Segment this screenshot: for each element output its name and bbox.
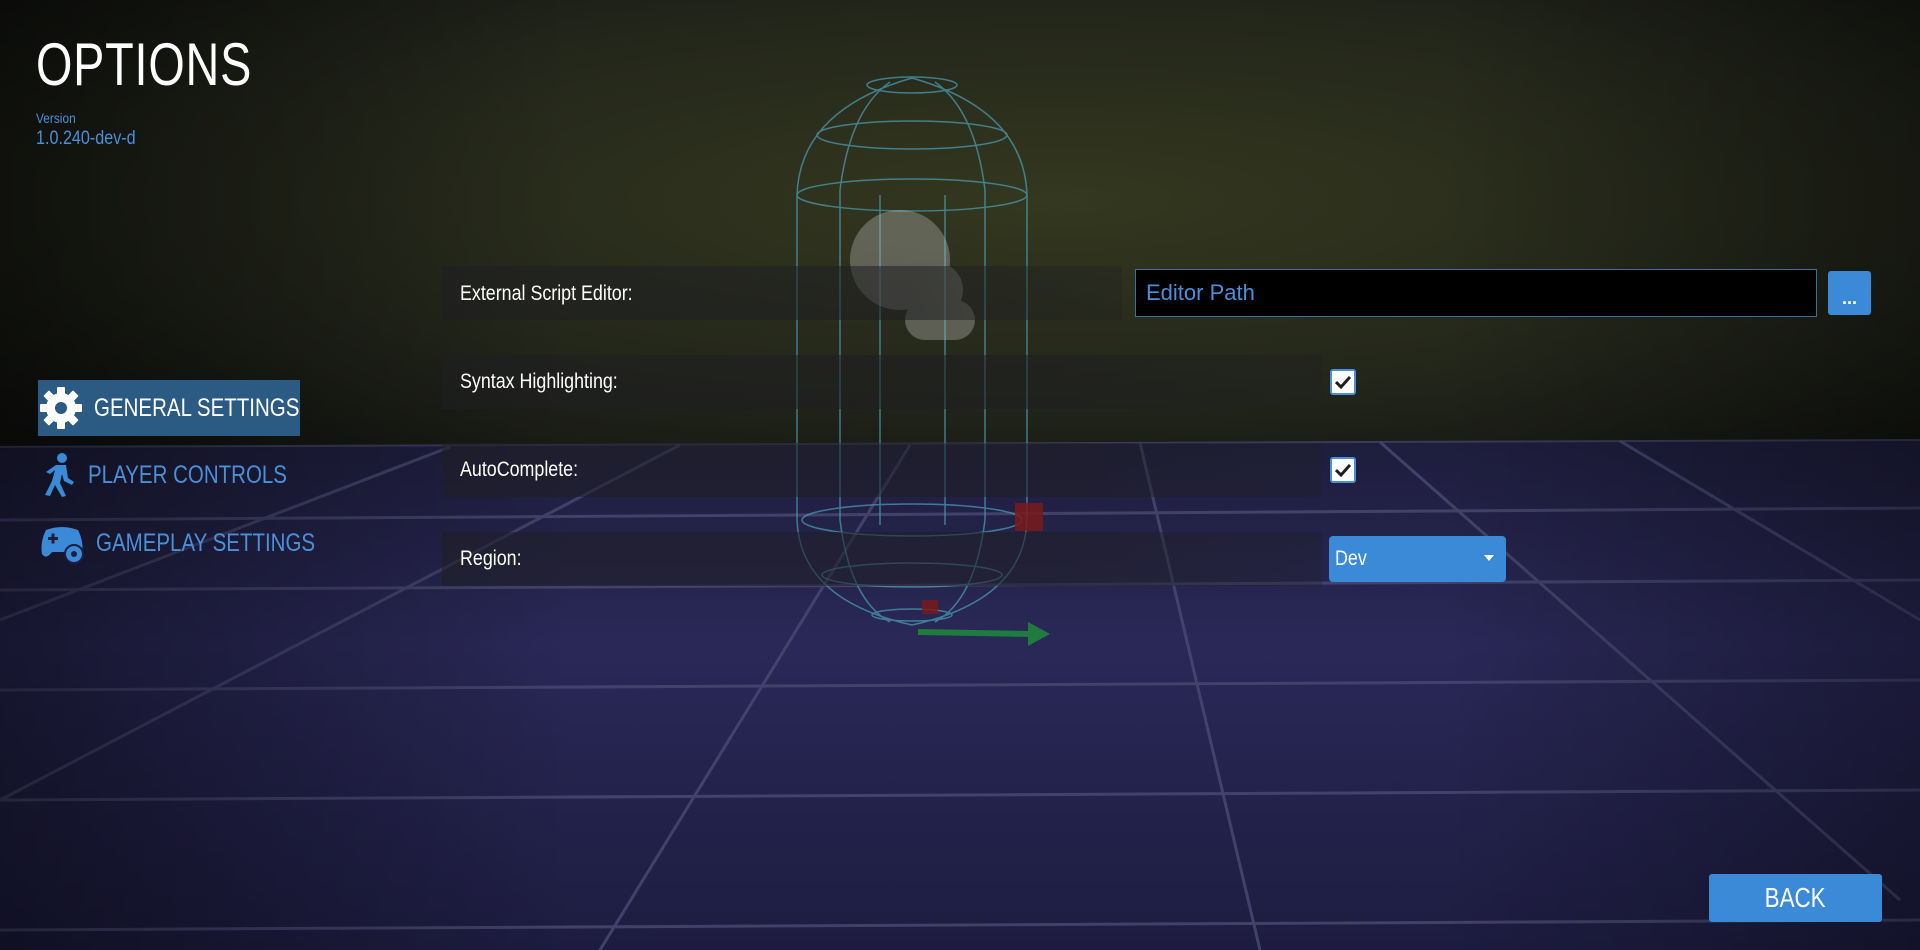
sidebar-item-label: GAMEPLAY SETTINGS	[96, 528, 316, 557]
editor-path-input[interactable]	[1135, 269, 1817, 317]
region-label: Region:	[460, 547, 522, 570]
checkmark-icon	[1335, 375, 1351, 389]
version-value: 1.0.240-dev-d	[36, 128, 136, 149]
sidebar-item-label: PLAYER CONTROLS	[88, 460, 287, 489]
autocomplete-label: AutoComplete:	[460, 458, 579, 481]
region-dropdown[interactable]: Dev	[1329, 536, 1506, 582]
sidebar-item-label: GENERAL SETTINGS	[94, 393, 300, 422]
autocomplete-checkbox[interactable]	[1330, 457, 1356, 483]
gamepad-gear-icon	[38, 518, 86, 568]
browse-button[interactable]: ...	[1828, 271, 1871, 315]
external-script-editor-label: External Script Editor:	[460, 282, 633, 305]
row-background	[442, 532, 1322, 586]
back-button-label: BACK	[1765, 882, 1826, 913]
sidebar-item-general-settings[interactable]: GENERAL SETTINGS	[38, 380, 300, 436]
back-button[interactable]: BACK	[1709, 874, 1882, 922]
chevron-down-icon	[1484, 555, 1494, 561]
version-label: Version	[36, 110, 76, 126]
syntax-highlighting-label: Syntax Highlighting:	[460, 370, 618, 393]
running-person-icon	[38, 450, 78, 500]
region-selected-value: Dev	[1335, 547, 1367, 570]
syntax-highlighting-checkbox[interactable]	[1330, 369, 1356, 395]
checkmark-icon	[1335, 463, 1351, 477]
sidebar-item-gameplay-settings[interactable]: GAMEPLAY SETTINGS	[38, 515, 315, 571]
sidebar-item-player-controls[interactable]: PLAYER CONTROLS	[38, 447, 300, 503]
page-title: OPTIONS	[36, 31, 253, 98]
gear-icon	[38, 383, 84, 433]
